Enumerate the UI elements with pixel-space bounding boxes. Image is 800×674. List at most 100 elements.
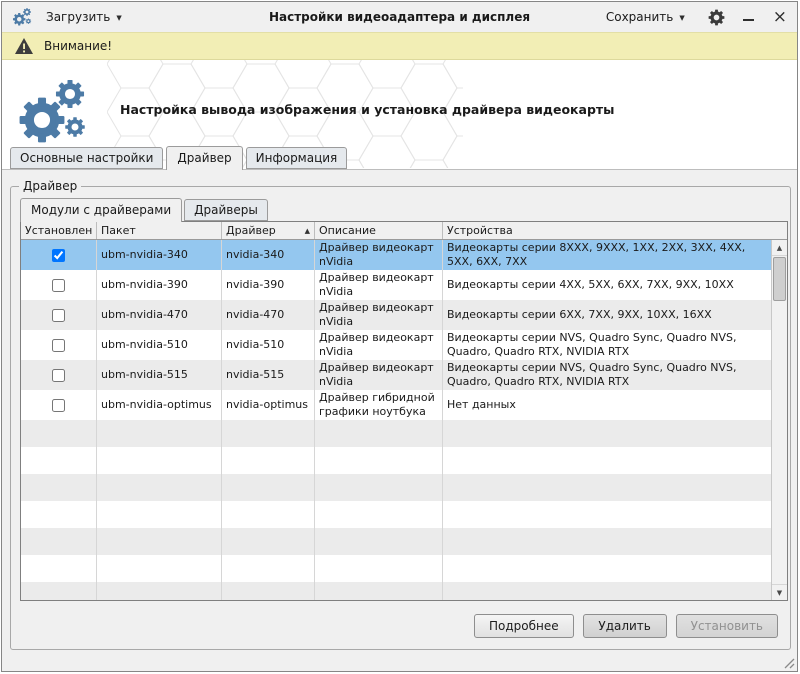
driver-cell: nvidia-340 (222, 240, 315, 270)
scrollbar-thumb[interactable] (773, 257, 786, 301)
installed-cell (21, 300, 97, 330)
devices-cell: Видеокарты серии 8XXX, 9XXX, 1XX, 2XX, 3… (443, 240, 771, 270)
empty-cell (443, 420, 771, 447)
warning-banner: Внимание! (2, 32, 797, 60)
installed-cell (21, 360, 97, 390)
resize-grip[interactable] (781, 655, 795, 669)
minimize-button[interactable] (742, 10, 756, 24)
empty-cell (315, 528, 443, 555)
installed-cell (21, 330, 97, 360)
empty-cell (97, 474, 222, 501)
empty-cell (443, 528, 771, 555)
scroll-up-button[interactable]: ▲ (772, 240, 787, 256)
table-row[interactable]: ubm-nvidia-optimusnvidia-optimusДрайвер … (21, 390, 771, 420)
load-menu-button[interactable]: Загрузить ▼ (40, 7, 128, 27)
table-row[interactable]: ubm-nvidia-470nvidia-470Драйвер видеокар… (21, 300, 771, 330)
column-header-driver[interactable]: Драйвер ▲ (222, 222, 315, 239)
installed-cell (21, 240, 97, 270)
installed-checkbox[interactable] (52, 399, 65, 412)
description-cell: Драйвер видеокарт nVidia (315, 330, 443, 360)
tab-driver[interactable]: Драйвер (166, 146, 242, 170)
empty-cell (21, 501, 97, 528)
package-cell: ubm-nvidia-390 (97, 270, 222, 300)
empty-cell (222, 528, 315, 555)
empty-row (21, 582, 771, 600)
column-header-driver-label: Драйвер (226, 224, 276, 237)
table-row[interactable]: ubm-nvidia-340nvidia-340Драйвер видеокар… (21, 240, 771, 270)
empty-cell (222, 447, 315, 474)
empty-cell (97, 555, 222, 582)
table-row[interactable]: ubm-nvidia-515nvidia-515Драйвер видеокар… (21, 360, 771, 390)
installed-checkbox[interactable] (52, 369, 65, 382)
chevron-down-icon: ▼ (679, 14, 684, 22)
scroll-down-button[interactable]: ▼ (772, 584, 787, 600)
details-button[interactable]: Подробнее (474, 614, 574, 638)
package-cell: ubm-nvidia-340 (97, 240, 222, 270)
window-title: Настройки видеоадаптера и дисплея (122, 10, 677, 24)
banner-heading: Настройка вывода изображения и установка… (120, 102, 614, 117)
installed-checkbox[interactable] (52, 249, 65, 262)
devices-cell: Видеокарты серии 6XX, 7XX, 9XX, 10XX, 16… (443, 300, 771, 330)
driver-cell: nvidia-470 (222, 300, 315, 330)
load-menu-label: Загрузить (46, 10, 110, 24)
column-header-package[interactable]: Пакет (97, 222, 222, 239)
empty-cell (97, 420, 222, 447)
sub-tabbar: Модули с драйверами Драйверы (20, 198, 270, 221)
installed-checkbox[interactable] (52, 279, 65, 292)
empty-cell (97, 501, 222, 528)
table-row[interactable]: ubm-nvidia-390nvidia-390Драйвер видеокар… (21, 270, 771, 300)
empty-cell (443, 474, 771, 501)
empty-row (21, 528, 771, 555)
empty-cell (222, 582, 315, 600)
empty-cell (21, 474, 97, 501)
empty-row (21, 501, 771, 528)
table-header: Установлен Пакет Драйвер ▲ Описание Устр… (21, 222, 787, 240)
driver-table: Установлен Пакет Драйвер ▲ Описание Устр… (20, 221, 788, 601)
empty-cell (315, 555, 443, 582)
main-tabbar: Основные настройки Драйвер Информация (10, 146, 350, 169)
install-button[interactable]: Установить (676, 614, 778, 638)
empty-cell (443, 555, 771, 582)
save-menu-button[interactable]: Сохранить ▼ (600, 7, 691, 27)
driver-cell: nvidia-390 (222, 270, 315, 300)
description-cell: Драйвер гибридной графики ноутбука (315, 390, 443, 420)
tab-information[interactable]: Информация (246, 147, 348, 169)
empty-cell (222, 501, 315, 528)
chevron-down-icon: ▼ (116, 14, 121, 22)
warning-text: Внимание! (44, 39, 112, 53)
subtab-driver-modules[interactable]: Модули с драйверами (20, 198, 182, 222)
installed-checkbox[interactable] (52, 309, 65, 322)
description-cell: Драйвер видеокарт nVidia (315, 360, 443, 390)
description-cell: Драйвер видеокарт nVidia (315, 300, 443, 330)
empty-cell (21, 420, 97, 447)
empty-cell (222, 420, 315, 447)
vertical-scrollbar[interactable]: ▲ ▼ (771, 240, 787, 600)
table-body: ubm-nvidia-340nvidia-340Драйвер видеокар… (21, 240, 771, 600)
close-button[interactable]: × (773, 10, 787, 24)
tab-basic-settings[interactable]: Основные настройки (10, 147, 163, 169)
empty-cell (97, 528, 222, 555)
empty-row (21, 474, 771, 501)
package-cell: ubm-nvidia-510 (97, 330, 222, 360)
installed-checkbox[interactable] (52, 339, 65, 352)
action-buttons: Подробнее Удалить Установить (474, 614, 778, 638)
package-cell: ubm-nvidia-515 (97, 360, 222, 390)
column-header-devices[interactable]: Устройства (443, 222, 787, 239)
column-header-description[interactable]: Описание (315, 222, 443, 239)
empty-cell (315, 474, 443, 501)
tab-panel: Драйвер Модули с драйверами Драйверы Уст… (2, 169, 797, 671)
empty-cell (21, 555, 97, 582)
table-row[interactable]: ubm-nvidia-510nvidia-510Драйвер видеокар… (21, 330, 771, 360)
delete-button[interactable]: Удалить (583, 614, 667, 638)
app-gears-icon (12, 7, 32, 27)
empty-cell (97, 447, 222, 474)
settings-gear-icon[interactable] (708, 9, 725, 26)
column-header-installed[interactable]: Установлен (21, 222, 97, 239)
subtab-drivers[interactable]: Драйверы (184, 199, 268, 221)
empty-cell (21, 582, 97, 600)
empty-cell (315, 420, 443, 447)
devices-cell: Видеокарты серии 4XX, 5XX, 6XX, 7XX, 9XX… (443, 270, 771, 300)
driver-cell: nvidia-optimus (222, 390, 315, 420)
empty-row (21, 447, 771, 474)
empty-cell (443, 447, 771, 474)
